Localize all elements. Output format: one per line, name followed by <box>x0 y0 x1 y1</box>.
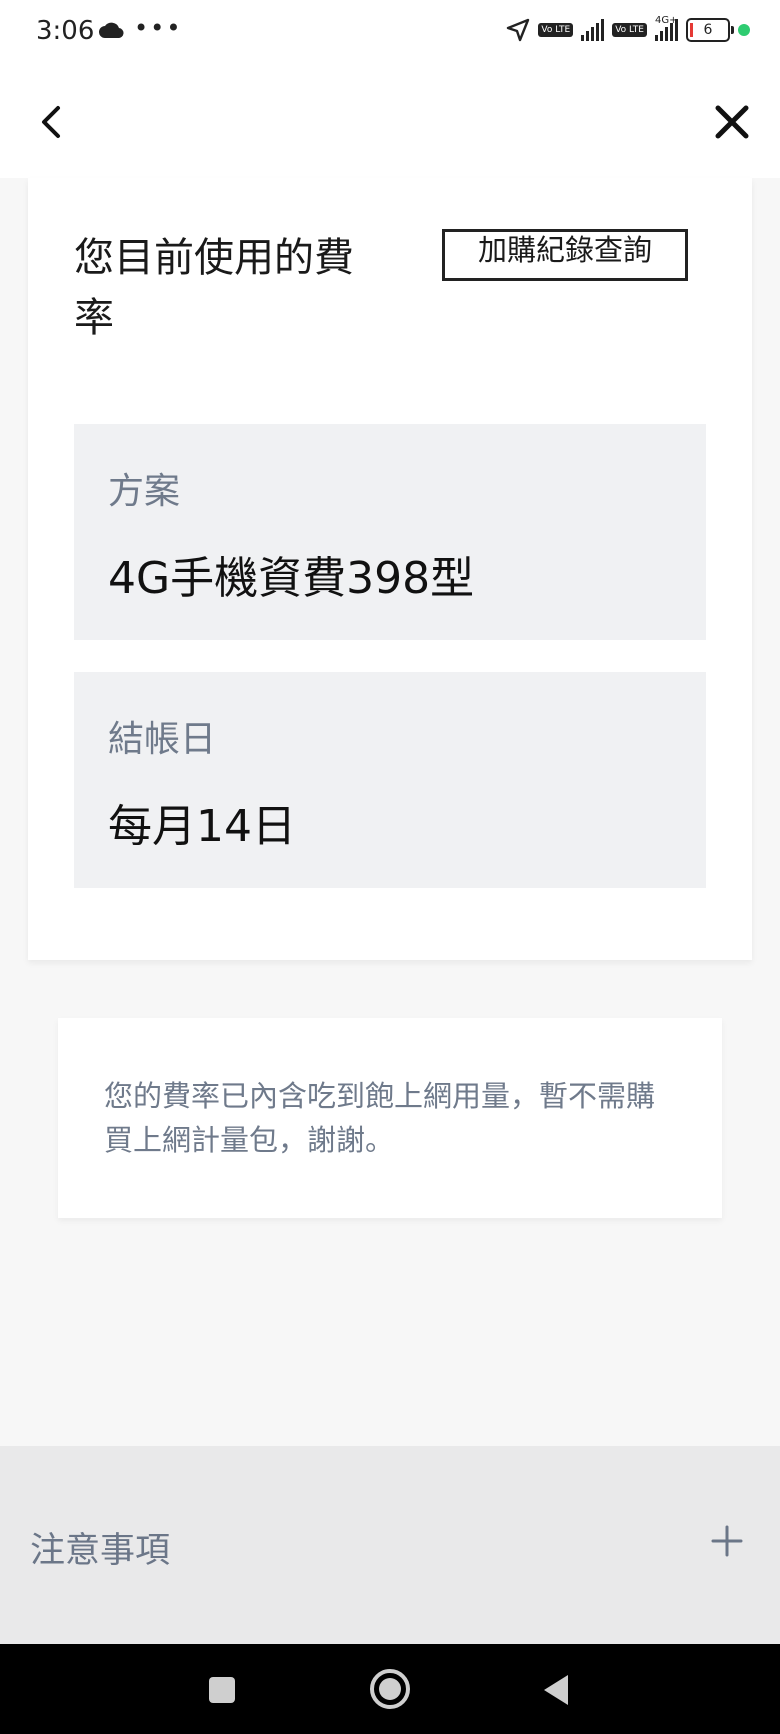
more-dots-icon: ••• <box>134 14 183 42</box>
volte-icon: Vo LTE <box>612 23 647 37</box>
plan-value: 4G手機資費398型 <box>108 553 475 604</box>
status-bar: 3:06 ••• Vo LTE Vo LTE 4G+ 6 <box>0 0 780 66</box>
chevron-left-icon <box>42 106 60 138</box>
top-app-bar <box>0 66 780 178</box>
back-button[interactable] <box>30 94 74 150</box>
rate-card: 您目前使用的費率 加購紀錄查詢 方案 4G手機資費398型 結帳日 每月14日 <box>28 178 752 960</box>
recents-square-icon <box>209 1677 235 1703</box>
location-arrow-icon <box>507 18 530 42</box>
signal-4g-icon: 4G+ <box>655 15 678 41</box>
close-icon <box>715 105 749 139</box>
billing-day-label: 結帳日 <box>108 719 217 760</box>
notice-card: 您的費率已內含吃到飽上網用量，暫不需購買上網計量包，謝謝。 <box>58 1018 722 1218</box>
battery-level: 6 <box>703 22 713 38</box>
battery-fill <box>690 23 693 37</box>
close-button[interactable] <box>708 94 756 150</box>
status-time: 3:06 <box>36 16 95 46</box>
system-nav-bar <box>0 1644 780 1734</box>
nav-back-button[interactable] <box>536 1668 580 1712</box>
signal-icon <box>581 19 605 41</box>
notes-accordion[interactable]: 注意事項 <box>0 1446 780 1644</box>
notes-label: 注意事項 <box>30 1531 171 1571</box>
plan-box: 方案 4G手機資費398型 <box>74 424 706 640</box>
status-dot <box>738 24 750 36</box>
back-triangle-icon <box>544 1675 568 1705</box>
rate-title: 您目前使用的費率 <box>74 235 354 341</box>
cloud-icon <box>99 22 124 38</box>
battery-icon: 6 <box>686 18 734 42</box>
status-icons: Vo LTE Vo LTE 4G+ 6 <box>506 15 750 42</box>
home-button[interactable] <box>365 1664 415 1714</box>
billing-day-box: 結帳日 每月14日 <box>74 672 706 888</box>
recents-button[interactable] <box>200 1668 244 1712</box>
purchase-history-button[interactable]: 加購紀錄查詢 <box>442 229 688 281</box>
billing-day-value: 每月14日 <box>108 801 296 852</box>
plan-label: 方案 <box>108 471 181 512</box>
plus-icon[interactable] <box>710 1524 744 1558</box>
home-circle-icon <box>370 1669 410 1709</box>
volte-icon: Vo LTE <box>538 23 574 37</box>
notice-text: 您的費率已內含吃到飽上網用量，暫不需購買上網計量包，謝謝。 <box>104 1079 656 1157</box>
network-label: 4G+ <box>655 15 678 26</box>
